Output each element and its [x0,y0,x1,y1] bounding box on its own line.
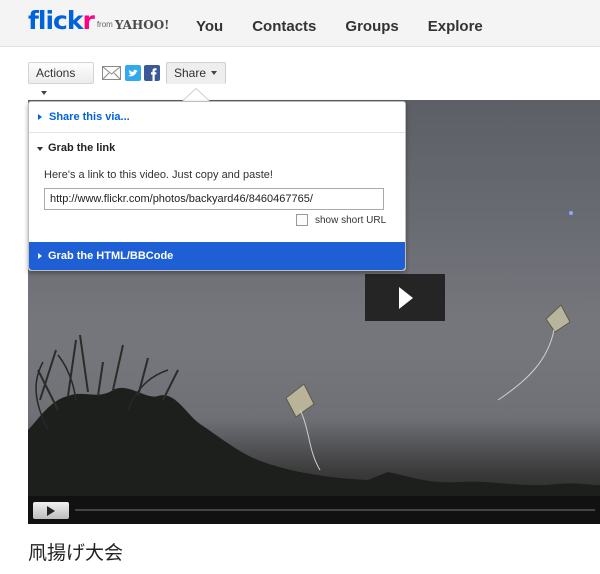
logo-wordmark: flickr [28,6,95,35]
video-controls [28,496,600,524]
nav-explore[interactable]: Explore [428,18,483,35]
play-button[interactable] [365,274,445,321]
share-panel-pointer-inner [183,89,209,101]
top-bar: flickr from YAHOO! You Contacts Groups E… [0,0,600,47]
logo-yahoo-text: YAHOO! [114,18,170,32]
nav-you[interactable]: You [196,18,223,35]
flickr-logo[interactable]: flickr from YAHOO! [28,7,169,35]
expand-right-icon [38,253,42,259]
play-control-button[interactable] [33,502,69,519]
mail-icon[interactable] [102,65,121,81]
link-instructions: Here's a link to this video. Just copy a… [44,169,273,181]
photo-title: 凧揚げ大会 [28,542,124,564]
nav-groups[interactable]: Groups [345,18,398,35]
progress-bar[interactable] [75,509,595,511]
share-via-label: Share this via... [49,111,130,123]
main-nav: You Contacts Groups Explore [196,18,512,35]
grab-link-label[interactable]: Grab the link [48,142,115,154]
logo-from-text: from [96,20,113,29]
grab-html-label: Grab the HTML/BBCode [48,250,174,262]
share-label: Share [174,66,207,80]
collapse-down-icon [37,147,43,151]
share-link-input[interactable] [44,188,384,210]
nav-contacts[interactable]: Contacts [252,18,316,35]
share-panel: Share this via... Grab the link Here's a… [28,101,406,271]
actions-button[interactable]: Actions [28,62,94,95]
short-url-label[interactable]: show short URL [315,215,386,226]
expand-right-icon [38,114,42,120]
grab-html-row[interactable]: Grab the HTML/BBCode [29,242,405,270]
chevron-down-icon [41,90,47,95]
share-button[interactable]: Share [166,62,226,84]
actions-label: Actions [36,66,76,80]
short-url-checkbox[interactable] [296,214,308,226]
share-via-row[interactable]: Share this via... [29,102,405,133]
facebook-icon[interactable] [144,65,160,81]
twitter-icon[interactable] [125,65,141,81]
chevron-down-icon [211,70,218,75]
